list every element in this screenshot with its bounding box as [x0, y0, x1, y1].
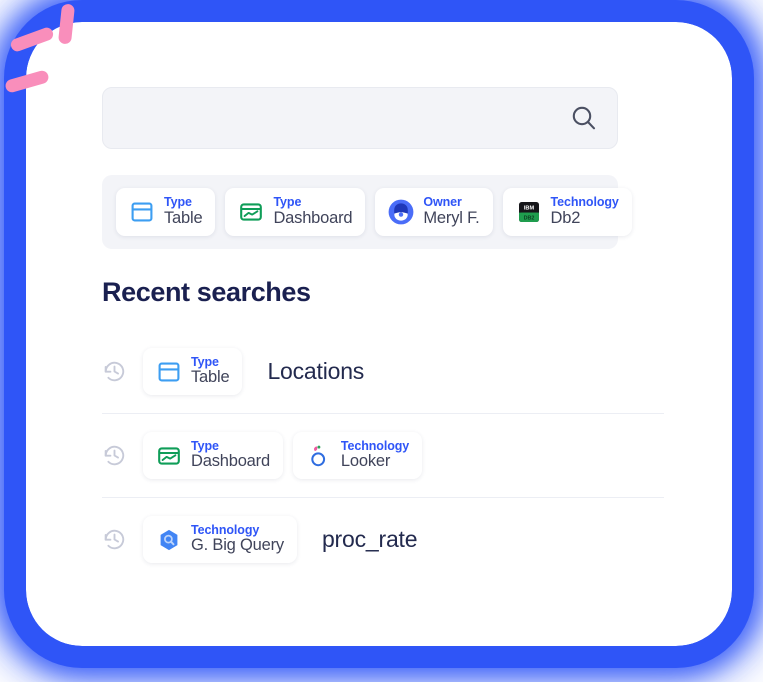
chip-label: Type [164, 195, 192, 210]
chip-type-dashboard[interactable]: Type Dashboard [143, 431, 283, 480]
recent-search-query: Locations [267, 358, 365, 384]
history-icon [102, 443, 127, 468]
search-card: Type Table Type Dashboard Owner Meryl F.… [57, 55, 705, 619]
table-icon [129, 199, 155, 225]
chip-type-table[interactable]: Type Table [143, 347, 243, 396]
chip-value: Looker [340, 452, 391, 471]
table-icon [156, 359, 182, 385]
chip-label: Type [191, 438, 219, 453]
chip-value: Dashboard [273, 208, 353, 227]
chip-technology-db2[interactable]: IBM DB2 Technology Db2 [502, 188, 632, 236]
chip-type-table[interactable]: Type Table [116, 188, 216, 236]
svg-text:DB2: DB2 [523, 215, 534, 221]
recent-searches-title: Recent searches [102, 277, 311, 307]
history-icon [102, 359, 127, 384]
row-chip-group: Type Dashboard Technology Looker [143, 431, 423, 480]
chip-owner-meryl[interactable]: Owner Meryl F. [375, 188, 493, 236]
avatar-icon [388, 199, 414, 225]
chip-label: Type [191, 354, 219, 369]
screenshot-stage: Type Table Type Dashboard Owner Meryl F.… [0, 0, 763, 682]
chip-technology-bigquery[interactable]: Technology G. Big Query [143, 515, 297, 564]
chip-value: Table [164, 208, 203, 227]
ibm-db2-icon: IBM DB2 [516, 199, 542, 225]
chip-value: G. Big Query [191, 536, 284, 555]
looker-icon [306, 443, 332, 469]
row-chip-group: Type Table [143, 347, 243, 396]
chip-type-dashboard[interactable]: Type Dashboard [225, 188, 366, 236]
search-bar[interactable] [102, 87, 618, 149]
chip-value: Dashboard [191, 452, 270, 471]
history-icon [102, 527, 127, 552]
chip-label: Technology [191, 522, 260, 537]
suggestion-strip: Type Table Type Dashboard Owner Meryl F.… [102, 175, 632, 249]
chip-technology-looker[interactable]: Technology Looker [292, 431, 423, 480]
search-icon[interactable] [569, 103, 599, 133]
search-input[interactable] [121, 107, 569, 129]
chip-value: Db2 [550, 208, 581, 227]
chip-label: Technology [550, 195, 619, 210]
dashboard-icon [238, 199, 264, 225]
recent-search-row[interactable]: Type Dashboard Technology Looker [102, 414, 664, 498]
chip-value: Meryl F. [423, 208, 480, 227]
chip-label: Owner [423, 195, 462, 210]
chip-value: Table [191, 368, 230, 387]
chip-label: Technology [340, 438, 410, 453]
recent-search-query: proc_rate [321, 526, 418, 552]
recent-searches-list: Type Table Locations Type Dashboard Tech… [102, 330, 664, 581]
chip-label: Type [273, 195, 302, 210]
bigquery-icon [156, 527, 182, 553]
svg-text:IBM: IBM [523, 206, 534, 212]
dashboard-icon [156, 443, 182, 469]
recent-search-row[interactable]: Type Table Locations [102, 330, 664, 414]
recent-search-row[interactable]: Technology G. Big Query proc_rate [102, 498, 664, 581]
row-chip-group: Technology G. Big Query [143, 515, 297, 564]
